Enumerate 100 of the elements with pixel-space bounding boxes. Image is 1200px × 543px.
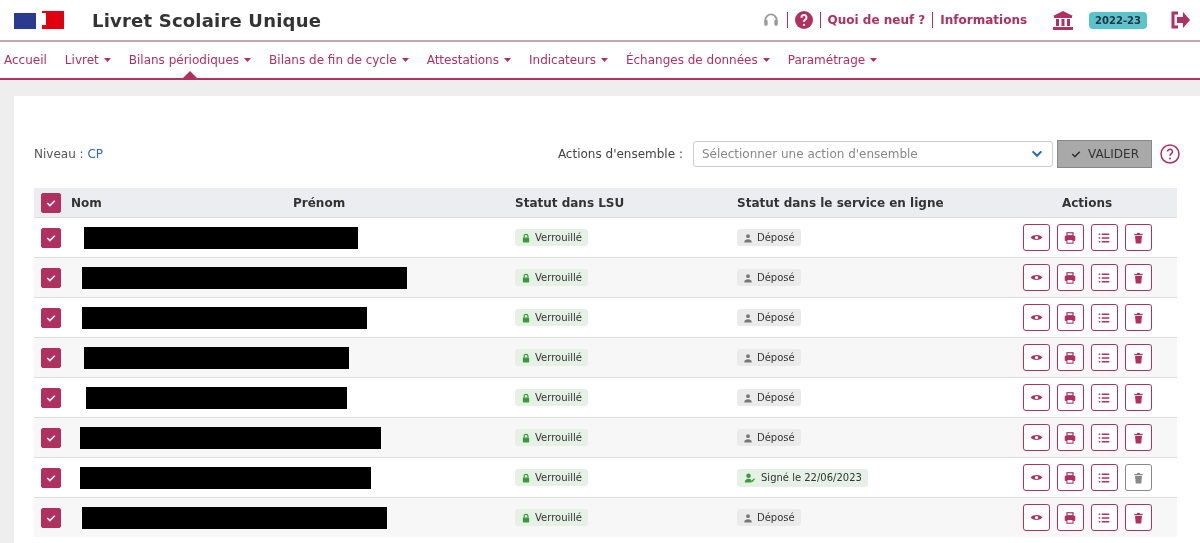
delete-button[interactable] [1124,344,1152,371]
view-button[interactable] [1022,304,1050,331]
user-icon [743,432,753,443]
nav-menu-item[interactable]: Livret [64,42,111,78]
validate-button[interactable]: VALIDER [1056,140,1152,168]
list-button[interactable] [1090,384,1118,411]
row-checkbox[interactable] [41,227,61,248]
lock-icon [521,272,531,283]
lock-icon [521,232,531,243]
status-tag: Déposé [737,229,801,246]
nav-menu-item[interactable]: Paramétrage [787,42,878,78]
delete-button[interactable] [1124,264,1152,291]
header-link[interactable]: Informations [940,13,1028,27]
list-icon [1098,231,1110,244]
header-link[interactable]: Quoi de neuf ? [827,13,926,27]
print-button[interactable] [1056,384,1084,411]
print-button[interactable] [1056,224,1084,251]
status-tag: Signé le 22/06/2023 [737,468,868,487]
user-icon [743,312,753,323]
select-all-checkbox[interactable] [41,192,61,213]
check-icon [1069,148,1082,160]
delete-button[interactable] [1124,504,1152,531]
view-button[interactable] [1022,424,1050,451]
list-button[interactable] [1090,504,1118,531]
list-button[interactable] [1090,304,1118,331]
status-tag: Déposé [737,269,801,286]
list-icon [1098,391,1110,404]
view-button[interactable] [1022,384,1050,411]
printer-icon [1064,511,1076,524]
trash-icon [1132,271,1144,284]
list-button[interactable] [1090,464,1118,491]
bulk-action-select[interactable]: Sélectionner une action d'ensemble [692,141,1053,167]
print-button[interactable] [1056,424,1084,451]
level-label: Niveau : CP [34,147,105,161]
printer-icon [1064,391,1076,404]
list-icon [1098,511,1110,524]
trash-icon [1132,471,1144,484]
lock-icon [521,312,531,323]
column-header: Statut dans le service en ligne [737,195,944,210]
column-header: Statut dans LSU [515,195,625,210]
status-tag: Verrouillé [515,429,588,446]
list-button[interactable] [1090,424,1118,451]
delete-button[interactable] [1124,304,1152,331]
list-button[interactable] [1090,264,1118,291]
delete-button[interactable] [1124,224,1152,251]
view-button[interactable] [1022,504,1050,531]
status-tag: Verrouillé [515,509,588,526]
trash-icon [1132,311,1144,324]
list-icon [1098,431,1110,444]
row-checkbox[interactable] [41,387,61,408]
delete-button[interactable] [1124,384,1152,411]
delete-button[interactable] [1124,424,1152,451]
app-title: Livret Scolaire Unique [92,9,323,31]
list-button[interactable] [1090,224,1118,251]
view-button[interactable] [1022,464,1050,491]
user-icon [743,232,753,243]
printer-icon [1064,351,1076,364]
print-button[interactable] [1056,504,1084,531]
help-icon[interactable] [794,11,813,29]
user-icon [743,352,753,363]
status-tag: Verrouillé [515,309,588,326]
user-pen-icon [743,471,757,484]
list-button[interactable] [1090,344,1118,371]
list-icon [1098,271,1110,284]
status-tag: Verrouillé [515,269,588,286]
print-button[interactable] [1056,304,1084,331]
logout-icon[interactable] [1170,11,1190,29]
user-icon [743,272,753,283]
printer-icon [1064,231,1076,244]
view-button[interactable] [1022,224,1050,251]
nav-menu-item[interactable]: Bilans de fin de cycle [269,42,409,78]
nav-menu-item[interactable]: Bilans périodiques [128,42,252,78]
user-icon [743,512,753,523]
view-button[interactable] [1022,264,1050,291]
row-checkbox[interactable] [41,307,61,328]
nav-menu-item[interactable]: Accueil [4,42,47,78]
view-button[interactable] [1022,344,1050,371]
column-header: Prénom [293,195,346,210]
institution-icon[interactable] [1052,10,1075,30]
column-header: Actions [1061,195,1113,210]
print-button[interactable] [1056,464,1084,491]
row-checkbox[interactable] [41,267,61,288]
print-button[interactable] [1056,344,1084,371]
trash-icon [1132,431,1144,444]
nav-menu-item[interactable]: Attestations [426,42,511,78]
column-header: Nom [71,195,102,210]
print-button[interactable] [1056,264,1084,291]
help-icon[interactable] [1160,144,1180,164]
row-checkbox[interactable] [41,347,61,368]
row-checkbox[interactable] [41,427,61,448]
headset-icon[interactable] [761,11,780,29]
nav-menu-item[interactable]: Échanges de données [625,42,770,78]
printer-icon [1064,471,1076,484]
row-checkbox[interactable] [41,507,61,528]
list-icon [1098,351,1110,364]
nav-menu-item[interactable]: Indicateurs [529,42,608,78]
status-tag: Verrouillé [515,229,588,246]
status-tag: Verrouillé [515,349,588,366]
row-checkbox[interactable] [41,467,61,488]
bulk-actions-label: Actions d'ensemble : [557,147,683,161]
